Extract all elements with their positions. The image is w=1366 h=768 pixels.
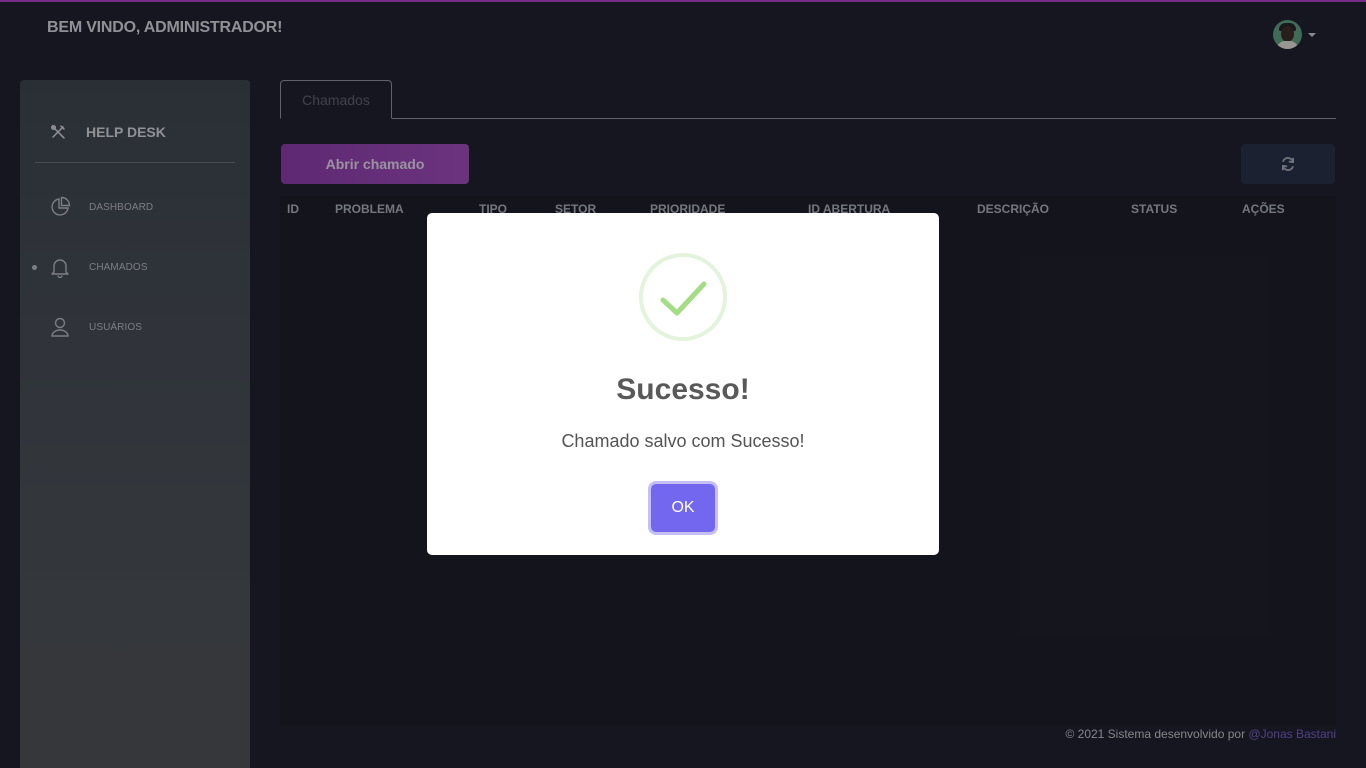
dialog-message: Chamado salvo com Sucesso! — [561, 431, 805, 451]
success-dialog: Sucesso! Chamado salvo com Sucesso! OK — [427, 213, 939, 555]
success-check-icon — [660, 281, 707, 316]
ok-button[interactable]: OK — [651, 484, 715, 532]
dialog-title: Sucesso! — [616, 373, 750, 406]
